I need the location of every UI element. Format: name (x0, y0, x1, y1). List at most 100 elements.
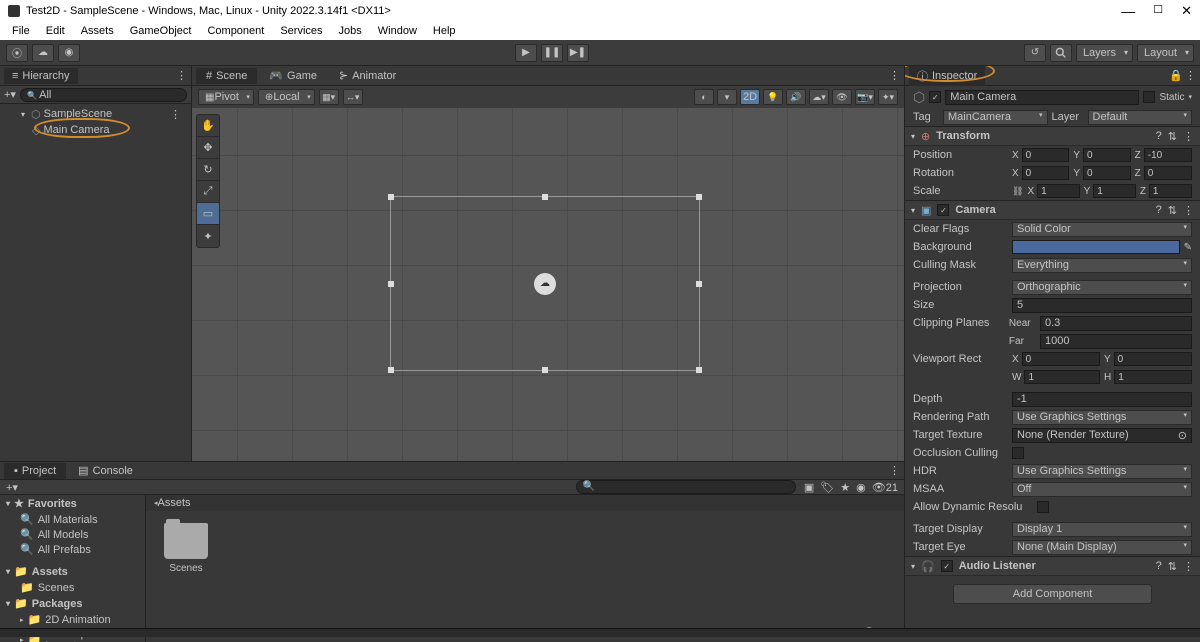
inspector-menu-icon[interactable]: ⋮ (1185, 69, 1196, 82)
hierarchy-search-input[interactable]: 🔍 All (20, 88, 187, 102)
scale-tool[interactable]: ⤢ (197, 181, 219, 203)
menu-jobs[interactable]: Jobs (333, 24, 368, 38)
camera-settings-button[interactable]: 📷▾ (855, 89, 875, 105)
hidden-packages-icon[interactable]: ◉ (856, 481, 866, 494)
scale-link-icon[interactable]: ⛓ (1012, 186, 1023, 197)
preset-icon[interactable]: ⇅ (1168, 130, 1177, 143)
help-icon[interactable]: ? (1156, 204, 1162, 217)
occlusion-culling-checkbox[interactable] (1012, 447, 1024, 459)
search-by-type-icon[interactable]: ▣ (804, 481, 814, 494)
eyedropper-icon[interactable]: ✎ (1184, 242, 1192, 253)
target-texture-field[interactable]: None (Render Texture)⊙ (1012, 428, 1192, 443)
global-search-button[interactable] (1050, 44, 1072, 62)
depth-input[interactable] (1012, 392, 1192, 407)
version-control-button[interactable]: ◉ (58, 44, 80, 62)
menu-gameobject[interactable]: GameObject (124, 24, 198, 38)
hierarchy-scene-item[interactable]: ▾ ⬡ SampleScene ⋮ (0, 106, 191, 122)
far-plane-input[interactable] (1040, 334, 1192, 349)
rotation-x-input[interactable] (1022, 166, 1070, 180)
camera-component-header[interactable]: ▾▣ ✓ Camera ?⇅⋮ (905, 200, 1200, 220)
project-tabs-menu-icon[interactable]: ⋮ (889, 464, 900, 477)
tab-scene[interactable]: # Scene (196, 68, 257, 84)
favorites-item[interactable]: 🔍 All Models (0, 527, 145, 542)
layer-dropdown[interactable]: Default (1088, 110, 1193, 125)
scale-y-input[interactable] (1093, 184, 1136, 198)
undo-history-button[interactable]: ↺ (1024, 44, 1046, 62)
context-menu-icon[interactable]: ⋮ (1183, 130, 1194, 143)
tab-console[interactable]: ▤ Console (68, 462, 143, 479)
scale-z-input[interactable] (1149, 184, 1192, 198)
help-icon[interactable]: ? (1156, 130, 1162, 143)
menu-window[interactable]: Window (372, 24, 423, 38)
scale-x-input[interactable] (1037, 184, 1080, 198)
object-picker-icon[interactable]: ⊙ (1178, 429, 1187, 442)
clear-flags-dropdown[interactable]: Solid Color (1012, 222, 1192, 237)
culling-mask-dropdown[interactable]: Everything (1012, 258, 1192, 273)
snap-increment-button[interactable]: ↔▾ (343, 89, 363, 105)
package-item[interactable]: ▸ 📁 2D Animation (0, 612, 145, 627)
menu-help[interactable]: Help (427, 24, 462, 38)
menu-file[interactable]: File (6, 24, 36, 38)
move-tool[interactable]: ✥ (197, 137, 219, 159)
background-color-field[interactable] (1012, 240, 1180, 254)
audio-button[interactable]: 🔊 (786, 89, 806, 105)
maximize-button[interactable]: ☐ (1153, 3, 1163, 19)
tab-animator[interactable]: ⊱ Animator (329, 67, 406, 84)
project-add-button[interactable]: +▾ (6, 481, 18, 494)
tag-dropdown[interactable]: MainCamera (943, 110, 1048, 125)
menu-component[interactable]: Component (201, 24, 270, 38)
tool-handle-local-dropdown[interactable]: ⊕Local (258, 89, 315, 105)
menu-edit[interactable]: Edit (40, 24, 71, 38)
menu-assets[interactable]: Assets (75, 24, 120, 38)
preset-icon[interactable]: ⇅ (1168, 204, 1177, 217)
size-input[interactable] (1012, 298, 1192, 313)
rendering-path-dropdown[interactable]: Use Graphics Settings (1012, 410, 1192, 425)
packages-header[interactable]: ▾📁 Packages (0, 595, 145, 612)
draw-mode-button[interactable]: ◐ (694, 89, 714, 105)
project-breadcrumb[interactable]: ◂ Assets (146, 495, 904, 511)
menu-services[interactable]: Services (274, 24, 328, 38)
grid-snap-button[interactable]: ▦▾ (319, 89, 339, 105)
shading-mode-button[interactable]: ▾ (717, 89, 737, 105)
near-plane-input[interactable] (1040, 316, 1192, 331)
audio-listener-component-header[interactable]: ▾🎧 ✓ Audio Listener ?⇅⋮ (905, 556, 1200, 576)
tab-project[interactable]: ▪ Project (4, 463, 66, 479)
static-checkbox[interactable] (1143, 91, 1155, 103)
lighting-button[interactable]: 💡 (763, 89, 783, 105)
transform-component-header[interactable]: ▾⊕ Transform ?⇅⋮ (905, 126, 1200, 146)
favorites-item[interactable]: 🔍 All Materials (0, 512, 145, 527)
hierarchy-tab[interactable]: ≡ Hierarchy (4, 68, 78, 84)
camera-enabled-checkbox[interactable]: ✓ (937, 204, 949, 216)
rotation-y-input[interactable] (1083, 166, 1131, 180)
scene-context-icon[interactable]: ⋮ (170, 108, 187, 121)
gameobject-active-checkbox[interactable]: ✓ (929, 91, 941, 103)
position-z-input[interactable] (1144, 148, 1192, 162)
close-button[interactable]: ✕ (1181, 3, 1192, 19)
project-search-input[interactable]: 🔍 (576, 480, 796, 494)
project-asset-grid[interactable]: ◂ Assets Scenes (146, 495, 904, 642)
help-icon[interactable]: ? (1156, 560, 1162, 573)
rect-tool[interactable]: ▭ (197, 203, 219, 225)
folder-scenes[interactable]: Scenes (158, 523, 214, 574)
tab-game[interactable]: 🎮 Game (259, 67, 327, 84)
visibility-button[interactable]: 👁 (832, 89, 852, 105)
fx-button[interactable]: ☁▾ (809, 89, 829, 105)
position-y-input[interactable] (1083, 148, 1131, 162)
add-component-button[interactable]: Add Component (953, 584, 1152, 604)
position-x-input[interactable] (1022, 148, 1070, 162)
layout-dropdown[interactable]: Layout (1137, 44, 1194, 62)
save-search-icon[interactable]: ★ (840, 481, 850, 494)
layers-dropdown[interactable]: Layers (1076, 44, 1133, 62)
viewport-y-input[interactable] (1114, 352, 1192, 366)
gameobject-name-input[interactable] (945, 90, 1139, 105)
minimize-button[interactable]: — (1121, 3, 1135, 19)
tool-handle-pivot-dropdown[interactable]: ▦Pivot (198, 89, 254, 105)
context-menu-icon[interactable]: ⋮ (1183, 560, 1194, 573)
rotation-z-input[interactable] (1144, 166, 1192, 180)
context-menu-icon[interactable]: ⋮ (1183, 204, 1194, 217)
account-button[interactable]: ⦿ (6, 44, 28, 62)
inspector-tab[interactable]: ⓘ Inspector (909, 66, 985, 86)
target-display-dropdown[interactable]: Display 1 (1012, 522, 1192, 537)
assets-header[interactable]: ▾📁 Assets (0, 563, 145, 580)
camera-gizmo-icon[interactable]: ☁ (534, 273, 556, 295)
